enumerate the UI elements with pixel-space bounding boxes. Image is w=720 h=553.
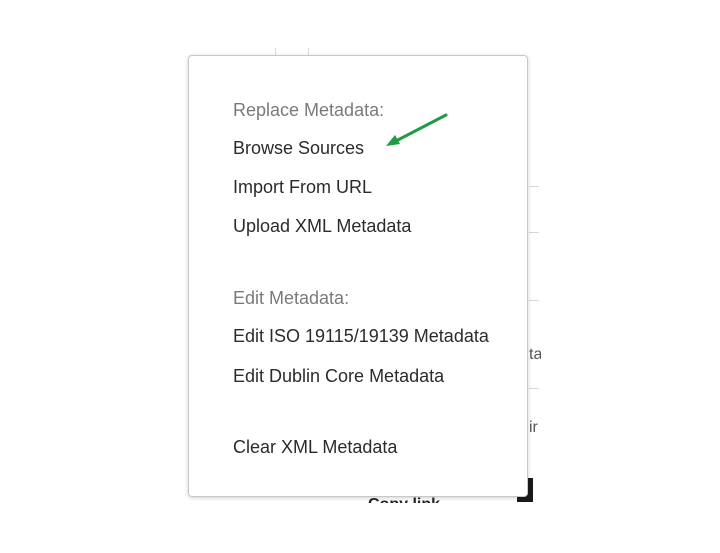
clear-xml-metadata-item[interactable]: Clear XML Metadata [233, 436, 397, 458]
browse-sources-item[interactable]: Browse Sources [233, 137, 364, 159]
annotation-arrow-icon [386, 113, 448, 146]
edit-metadata-heading: Edit Metadata: [233, 288, 350, 308]
background-divider [529, 300, 539, 301]
background-divider [529, 186, 539, 187]
import-from-url-item[interactable]: Import From URL [233, 176, 372, 198]
background-text-fragment: ta [529, 346, 541, 363]
edit-dublin-core-metadata-item[interactable]: Edit Dublin Core Metadata [233, 365, 444, 387]
upload-xml-metadata-item[interactable]: Upload XML Metadata [233, 215, 411, 237]
background-divider [529, 232, 539, 233]
replace-metadata-heading: Replace Metadata: [233, 100, 385, 120]
metadata-dropdown-menu: Replace Metadata: Browse Sources Import … [188, 55, 528, 497]
screenshot-stage: ta ir Copy link Replace Metadata: Browse… [0, 0, 720, 553]
edit-iso-metadata-item[interactable]: Edit ISO 19115/19139 Metadata [233, 325, 489, 347]
background-divider [529, 388, 539, 389]
background-text-fragment: ir [529, 419, 538, 436]
